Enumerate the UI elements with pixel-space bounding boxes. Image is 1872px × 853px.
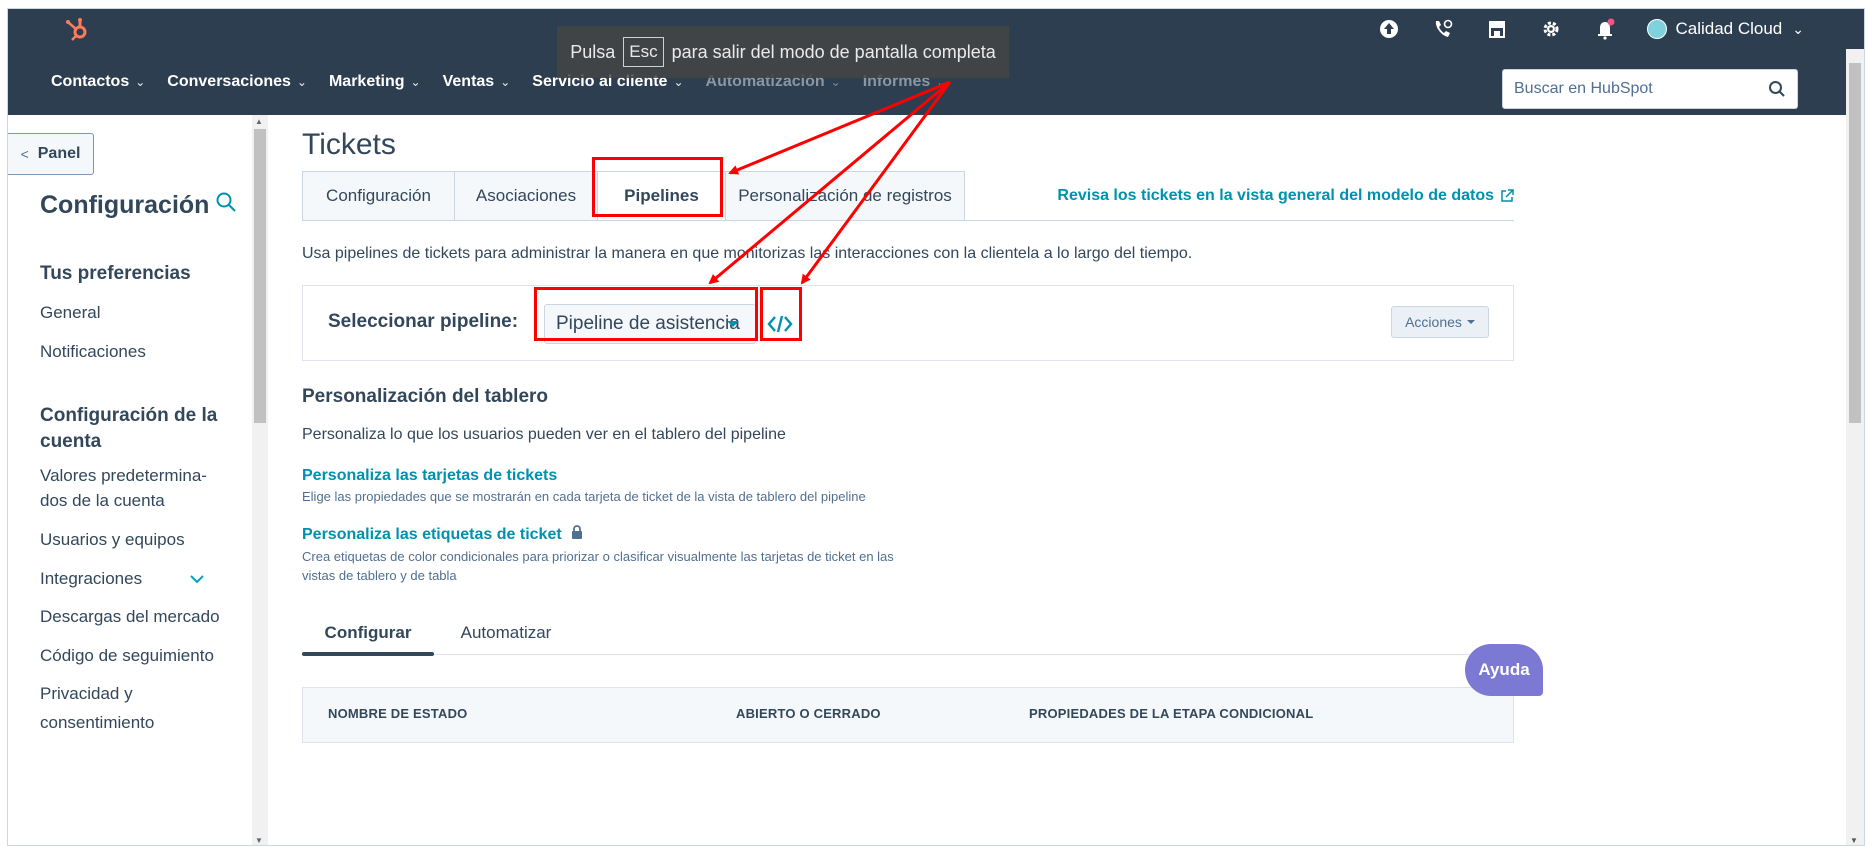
chevron-left-icon: < xyxy=(20,146,29,162)
annotation-box-embed-icon xyxy=(760,287,802,341)
board-customization-heading: Personalización del tablero xyxy=(302,386,549,407)
sub-tabs: Configurar Automatizar xyxy=(302,611,1514,656)
browser-viewport: Calidad Cloud ⌄ Contactos ⌄ Conversacione… xyxy=(7,8,1865,846)
sidebar-item-descargas[interactable]: Descargas del mercado xyxy=(40,602,220,631)
annotation-box-pipeline-dropdown xyxy=(534,287,758,341)
sidebar-item-label: Integraciones xyxy=(40,569,143,588)
chevron-down-icon[interactable] xyxy=(190,564,204,593)
tab-configuracion[interactable]: Configuración xyxy=(302,171,455,221)
search-icon[interactable] xyxy=(215,191,237,220)
tabs-divider xyxy=(302,220,1514,221)
tab-configurar[interactable]: Configurar xyxy=(302,611,434,656)
intro-text: Usa pipelines de tickets para administra… xyxy=(302,245,1193,262)
sidebar-heading-preferences: Tus preferencias xyxy=(40,263,191,284)
caret-down-icon xyxy=(1466,320,1475,324)
board-customization-desc: Personaliza lo que los usuarios pueden v… xyxy=(302,426,786,443)
nav-marketing[interactable]: Marketing ⌄ xyxy=(329,73,421,91)
search-input[interactable] xyxy=(1514,80,1757,98)
toast-suffix: para salir del modo de pantalla completa xyxy=(671,41,996,62)
nav-conversaciones[interactable]: Conversaciones ⌄ xyxy=(167,73,307,91)
nav-ventas[interactable]: Ventas ⌄ xyxy=(443,73,511,91)
toast-prefix: Pulsa xyxy=(570,41,616,62)
sidebar-item-general[interactable]: General xyxy=(40,298,100,327)
sidebar-heading-account: Configuración de la cuenta xyxy=(40,405,218,452)
sidebar-item-codigo-seguimiento[interactable]: Código de seguimiento xyxy=(40,641,214,670)
column-header-abierto-cerrado[interactable]: ABIERTO O CERRADO xyxy=(736,706,881,721)
account-menu[interactable]: Calidad Cloud ⌄ xyxy=(1647,19,1804,39)
help-button[interactable]: Ayuda xyxy=(1465,644,1543,696)
datamodel-link[interactable]: Revisa los tickets en la vista general d… xyxy=(1057,187,1514,205)
pipeline-label: Seleccionar pipeline: xyxy=(328,311,519,332)
scroll-down-icon[interactable]: ▼ xyxy=(1850,836,1858,845)
chevron-down-icon: ⌄ xyxy=(296,75,307,89)
fullscreen-toast: Pulsa Esc para salir del modo de pantall… xyxy=(557,26,1009,78)
settings-sidebar: < Panel Configuración Tus preferencias G… xyxy=(8,115,252,845)
toast-key: Esc xyxy=(623,37,664,67)
scroll-down-icon[interactable]: ▼ xyxy=(255,836,263,845)
sidebar-item-integraciones[interactable]: Integraciones xyxy=(40,564,230,593)
hubspot-logo-icon[interactable] xyxy=(64,15,92,43)
annotation-box-pipelines-tab xyxy=(592,157,723,217)
sidebar-item-usuarios[interactable]: Usuarios y equipos xyxy=(40,525,185,554)
calling-icon[interactable] xyxy=(1425,11,1461,47)
account-name: Calidad Cloud xyxy=(1675,19,1783,38)
chevron-down-icon: ⌄ xyxy=(410,75,421,89)
search-icon[interactable] xyxy=(1757,80,1797,98)
chevron-down-icon: ⌄ xyxy=(135,75,146,89)
scrollbar-thumb[interactable] xyxy=(254,129,266,423)
customize-cards-link[interactable]: Personaliza las tarjetas de tickets xyxy=(302,467,557,485)
sidebar-title: Configuración xyxy=(40,191,237,220)
notifications-icon[interactable] xyxy=(1587,11,1623,47)
scroll-up-icon[interactable]: ▲ xyxy=(255,117,263,126)
stages-table-header: NOMBRE DE ESTADO ABIERTO O CERRADO PROPI… xyxy=(302,687,1514,743)
column-header-propiedades[interactable]: PROPIEDADES DE LA ETAPA CONDICIONAL xyxy=(1029,706,1313,721)
settings-icon[interactable] xyxy=(1533,11,1569,47)
column-header-nombre[interactable]: NOMBRE DE ESTADO xyxy=(328,706,467,721)
pipeline-selector-panel: Seleccionar pipeline: Pipeline de asiste… xyxy=(302,285,1514,361)
main-scrollbar[interactable]: ▼ xyxy=(1846,49,1864,845)
sidebar-scrollbar[interactable]: ▲ ▼ xyxy=(252,115,268,845)
customize-tags-link[interactable]: Personaliza las etiquetas de ticket xyxy=(302,525,584,545)
nav-contactos[interactable]: Contactos ⌄ xyxy=(51,73,145,91)
scrollbar-thumb[interactable] xyxy=(1849,63,1861,423)
marketplace-icon[interactable] xyxy=(1479,11,1515,47)
actions-button[interactable]: Acciones xyxy=(1391,306,1489,338)
main-content: Tickets Configuración Asociaciones Pipel… xyxy=(302,115,1542,845)
tab-automatizar[interactable]: Automatizar xyxy=(446,611,566,655)
top-icons: Calidad Cloud ⌄ xyxy=(1353,9,1804,49)
sidebar-item-notificaciones[interactable]: Notificaciones xyxy=(40,337,146,366)
sidebar-item-valores[interactable]: Valores predetermina-dos de la cuenta xyxy=(40,463,210,513)
panel-label: Panel xyxy=(37,145,81,162)
chevron-down-icon: ⌄ xyxy=(1792,20,1804,37)
customize-cards-desc: Elige las propiedades que se mostrarán e… xyxy=(302,489,866,504)
chevron-down-icon: ⌄ xyxy=(500,75,511,89)
customize-tags-desc: Crea etiquetas de color condicionales pa… xyxy=(302,549,894,583)
sidebar-item-privacidad[interactable]: Privacidad y consentimiento xyxy=(40,679,210,737)
tab-asociaciones[interactable]: Asociaciones xyxy=(454,171,598,221)
avatar xyxy=(1647,19,1668,39)
tab-personalizacion-registros[interactable]: Personalización de registros xyxy=(725,171,965,221)
search-box xyxy=(1502,69,1798,109)
external-link-icon xyxy=(1501,189,1514,202)
lock-icon xyxy=(570,525,584,545)
page-title: Tickets xyxy=(302,128,396,161)
upgrade-icon[interactable] xyxy=(1371,11,1407,47)
panel-back-button[interactable]: < Panel xyxy=(8,133,94,175)
